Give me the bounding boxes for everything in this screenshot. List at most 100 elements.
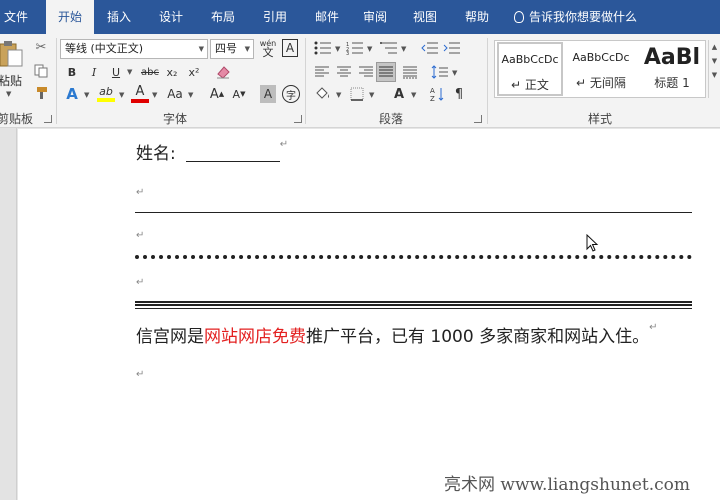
- body-paragraph: 信宫网是网站网店免费推广平台，已有 1000 多家商家和网站入住。↵: [136, 322, 657, 347]
- text-effects-button[interactable]: A: [62, 84, 82, 104]
- style-no-spacing-name: ↵ 无间隔: [576, 76, 626, 90]
- chevron-down-icon[interactable]: ▼: [709, 54, 720, 68]
- superscript-button[interactable]: x²: [186, 63, 202, 81]
- styles-gallery-scroll[interactable]: ▲ ▼ ▼: [708, 40, 720, 98]
- character-shading-button[interactable]: A: [260, 85, 276, 103]
- bullets-button[interactable]: [312, 39, 334, 57]
- tab-design[interactable]: 设计: [152, 0, 190, 34]
- grow-font-label: A: [209, 86, 219, 102]
- clipboard-launcher[interactable]: [44, 115, 52, 123]
- chevron-up-icon[interactable]: ▲: [709, 40, 720, 54]
- italic-button[interactable]: I: [86, 63, 102, 81]
- eraser-icon: [217, 66, 230, 79]
- change-case-button[interactable]: Aa: [164, 85, 186, 103]
- paragraph-mark: ↵: [136, 187, 145, 198]
- copy-icon[interactable]: [32, 62, 50, 80]
- svg-text:A: A: [430, 87, 435, 95]
- style-normal[interactable]: AaBbCcDc ↵ 正文: [497, 42, 563, 96]
- asian-layout-dropdown[interactable]: ▼: [411, 91, 416, 99]
- bullets-icon: [314, 41, 331, 55]
- cut-icon[interactable]: ✂: [32, 38, 50, 56]
- numbering-button[interactable]: 123: [344, 39, 366, 57]
- style-no-spacing[interactable]: AaBbCcDc ↵ 无间隔: [567, 42, 635, 96]
- clear-formatting-button[interactable]: [214, 63, 232, 81]
- style-heading-1-name: 标题 1: [654, 76, 690, 90]
- styles-group-label: 样式: [587, 112, 612, 126]
- triple-line-rule: [135, 301, 692, 309]
- paint-bucket-icon: [316, 87, 329, 99]
- change-case-dropdown[interactable]: ▼: [188, 91, 193, 99]
- multilevel-dropdown[interactable]: ▼: [401, 45, 406, 53]
- enclose-characters-button[interactable]: 字: [282, 85, 300, 103]
- show-marks-button[interactable]: ¶: [450, 85, 468, 103]
- asian-layout-button[interactable]: A: [388, 85, 410, 103]
- bullets-dropdown[interactable]: ▼: [335, 45, 340, 53]
- chevron-down-icon: ▼: [244, 45, 250, 53]
- phonetic-guide-button[interactable]: wén 文: [259, 37, 277, 59]
- align-left-button[interactable]: [312, 63, 332, 81]
- borders-dropdown[interactable]: ▼: [369, 91, 374, 99]
- underline-button[interactable]: U: [108, 63, 124, 81]
- align-center-button[interactable]: [334, 63, 354, 81]
- strikethrough-button[interactable]: abc: [140, 63, 160, 81]
- divider: [487, 38, 488, 124]
- gallery-more-icon[interactable]: ▼: [709, 68, 720, 82]
- vertical-ruler: [0, 128, 17, 500]
- tab-home[interactable]: 开始: [46, 0, 94, 36]
- font-name-combo[interactable]: 等线 (中文正文) ▼: [60, 39, 208, 59]
- underline-dropdown[interactable]: ▼: [127, 68, 132, 76]
- font-name-value: 等线 (中文正文): [65, 42, 144, 55]
- font-color-dropdown[interactable]: ▼: [152, 91, 157, 99]
- sort-button[interactable]: AZ: [428, 85, 448, 103]
- paste-dropdown[interactable]: ▼: [6, 90, 11, 98]
- justify-button[interactable]: [376, 62, 396, 82]
- tab-help[interactable]: 帮助: [458, 0, 496, 34]
- tab-mailings[interactable]: 邮件: [308, 0, 346, 34]
- tab-insert[interactable]: 插入: [100, 0, 138, 34]
- align-right-icon: [359, 66, 373, 77]
- align-right-button[interactable]: [356, 63, 376, 81]
- paragraph-mark: ↵: [136, 277, 145, 288]
- chevron-down-icon: ▼: [198, 45, 204, 53]
- highlight-button[interactable]: ab: [96, 83, 116, 103]
- grow-font-button[interactable]: A ▲: [208, 85, 226, 103]
- tab-view[interactable]: 视图: [406, 0, 444, 34]
- font-size-value: 四号: [215, 42, 237, 55]
- format-painter-icon[interactable]: [32, 84, 50, 102]
- highlight-dropdown[interactable]: ▼: [119, 91, 124, 99]
- line-spacing-button[interactable]: [430, 63, 450, 81]
- shrink-font-button[interactable]: A ▼: [230, 85, 248, 103]
- multilevel-list-button[interactable]: [378, 39, 400, 57]
- bold-button[interactable]: B: [64, 63, 80, 81]
- line-spacing-icon: [431, 65, 448, 79]
- tab-file[interactable]: 文件: [0, 0, 32, 34]
- tell-me-box[interactable]: 告诉我你想要做什么: [514, 0, 637, 34]
- tab-review[interactable]: 审阅: [356, 0, 394, 34]
- font-launcher[interactable]: [294, 115, 302, 123]
- numbering-dropdown[interactable]: ▼: [367, 45, 372, 53]
- font-size-combo[interactable]: 四号 ▼: [210, 39, 254, 59]
- paste-button[interactable]: [0, 40, 24, 70]
- decrease-indent-button[interactable]: [420, 39, 440, 57]
- increase-indent-button[interactable]: [442, 39, 462, 57]
- highlight-text: ab: [99, 84, 113, 98]
- tab-layout[interactable]: 布局: [204, 0, 242, 34]
- name-line: 姓名: ↵: [136, 139, 288, 164]
- font-color-button[interactable]: A: [130, 83, 150, 103]
- borders-icon: [350, 87, 364, 101]
- shading-button[interactable]: [312, 85, 334, 103]
- sort-icon: AZ: [430, 87, 444, 102]
- document-page[interactable]: 姓名: ↵ ↵ ↵ ↵ 信宫网是网站网店免费推广平台，已有 1000 多家商家和网…: [18, 129, 720, 500]
- text-effects-dropdown[interactable]: ▼: [84, 91, 89, 99]
- line-spacing-dropdown[interactable]: ▼: [452, 69, 457, 77]
- tab-references[interactable]: 引用: [256, 0, 294, 34]
- paragraph-launcher[interactable]: [474, 115, 482, 123]
- tell-me-label: 告诉我你想要做什么: [529, 10, 638, 24]
- align-left-icon: [315, 66, 329, 77]
- distributed-button[interactable]: [400, 63, 420, 81]
- style-heading-1[interactable]: AaBl 标题 1: [639, 42, 705, 96]
- subscript-button[interactable]: x₂: [164, 63, 180, 81]
- character-border-button[interactable]: A: [282, 39, 298, 57]
- borders-button[interactable]: [348, 85, 366, 103]
- shading-dropdown[interactable]: ▼: [336, 91, 341, 99]
